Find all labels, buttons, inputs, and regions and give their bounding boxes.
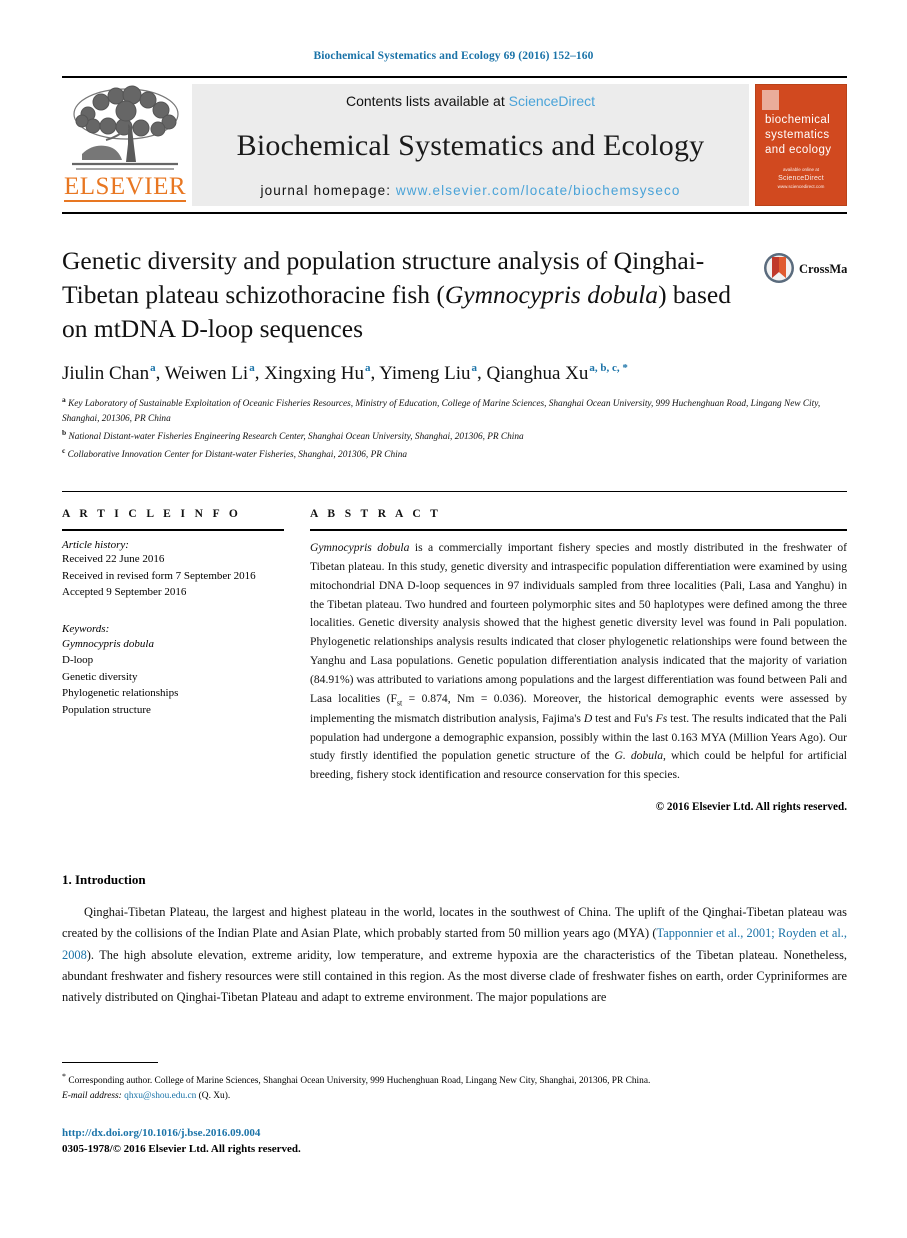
introduction-text-b: ). The high absolute elevation, extreme …	[62, 947, 847, 1005]
contents-prefix: Contents lists available at	[345, 93, 509, 109]
cover-footer-available: available online at	[782, 167, 820, 172]
affiliation-c-text: Collaborative Innovation Center for Dist…	[67, 450, 407, 461]
elsevier-tree-icon	[66, 84, 184, 176]
abstract-column: A B S T R A C T Gymnocypris dobula is a …	[310, 508, 847, 824]
author-5-name: Qianghua Xu	[486, 362, 589, 384]
keywords-block: Keywords: Gymnocypris dobula D-loop Gene…	[62, 623, 284, 719]
article-page: Biochemical Systematics and Ecology 69 (…	[0, 0, 907, 1238]
journal-info-box: Contents lists available at ScienceDirec…	[192, 84, 749, 206]
keyword-item: D-loop	[62, 654, 94, 667]
cover-footer: available online at ScienceDirect www.sc…	[756, 167, 846, 191]
article-history-revised: Received in revised form 7 September 201…	[62, 569, 256, 582]
author-4-name: Yimeng Liu	[379, 362, 471, 384]
cover-title: biochemical systematics and ecology	[765, 113, 840, 159]
affiliation-a: a Key Laboratory of Sustainable Exploita…	[62, 394, 847, 427]
elsevier-logo: ELSEVIER	[62, 82, 188, 208]
affiliation-b-marker: b	[62, 427, 67, 437]
author-1: Jiulin Chana	[62, 362, 156, 384]
footnote-email-label: E-mail address:	[62, 1091, 122, 1102]
homepage-prefix: journal homepage:	[260, 183, 396, 198]
author-4-affiliation-marker: a	[471, 362, 478, 375]
journal-masthead: ELSEVIER Contents lists available at Sci…	[62, 76, 847, 214]
author-1-affiliation-marker: a	[150, 362, 156, 375]
author-5: Qianghua Xua, b, c, *	[486, 362, 628, 384]
issn-copyright-line: 0305-1978/© 2016 Elsevier Ltd. All right…	[62, 1142, 301, 1155]
sciencedirect-link[interactable]: ScienceDirect	[509, 93, 595, 109]
abstract-copyright: © 2016 Elsevier Ltd. All rights reserved…	[655, 800, 847, 813]
article-history-label: Article history:	[62, 539, 129, 552]
abstract-text-c: test and Fu's	[592, 711, 656, 725]
author-2-affiliation-marker: a	[249, 362, 255, 375]
article-history-received: Received 22 June 2016	[62, 553, 165, 566]
abstract-rule	[310, 529, 847, 532]
abstract-heading: A B S T R A C T	[310, 508, 442, 521]
cover-footer-sciencedirect: ScienceDirect	[778, 174, 824, 182]
cover-footer-url: www.sciencedirect.com	[777, 184, 825, 190]
keywords-label: Keywords:	[62, 622, 110, 635]
author-list: Jiulin Chana, Weiwen Lia, Xingxing Hua, …	[62, 362, 628, 384]
footnote-text: * Corresponding author. College of Marin…	[62, 1071, 848, 1105]
author-2-name: Weiwen Li	[164, 362, 249, 384]
author-3-affiliation-marker: a	[364, 362, 371, 375]
journal-title: Biochemical Systematics and Ecology	[236, 129, 705, 162]
affiliation-a-text: Key Laboratory of Sustainable Exploitati…	[62, 398, 821, 424]
doi-footer: http://dx.doi.org/10.1016/j.bse.2016.09.…	[62, 1126, 301, 1158]
page-title: Genetic diversity and population structu…	[62, 244, 763, 346]
abstract-text-a: is a commercially important fishery spec…	[310, 541, 847, 705]
cover-title-line-1: biochemical	[765, 114, 831, 126]
article-info-column: A R T I C L E I N F O Article history: R…	[62, 508, 310, 718]
cover-title-line-3: and ecology	[765, 144, 832, 157]
corresponding-author-footnote: * Corresponding author. College of Marin…	[62, 1062, 848, 1105]
footnote-text-a: Corresponding author. College of Marine …	[66, 1076, 651, 1087]
journal-cover-thumbnail: biochemical systematics and ecology avai…	[755, 84, 847, 206]
cover-elsevier-mark-icon	[762, 90, 779, 110]
introduction-section: 1. Introduction Qinghai-Tibetan Plateau,…	[62, 872, 847, 1009]
doi-link[interactable]: http://dx.doi.org/10.1016/j.bse.2016.09.…	[62, 1126, 301, 1142]
title-species-name: Gymnocypris dobula	[444, 280, 659, 310]
journal-homepage-link[interactable]: www.elsevier.com/locate/biochemsyseco	[396, 183, 681, 198]
footnote-email-suffix: (Q. Xu).	[196, 1091, 231, 1102]
keyword-item: Gymnocypris dobula	[62, 636, 284, 653]
article-info-heading: A R T I C L E I N F O	[62, 508, 242, 521]
introduction-heading: 1. Introduction	[62, 872, 146, 888]
keyword-item: Genetic diversity	[62, 670, 138, 683]
contents-available-line: Contents lists available at ScienceDirec…	[346, 93, 595, 109]
author-1-name: Jiulin Chan	[62, 362, 150, 384]
abstract-g-dobula: G. dobula	[614, 749, 664, 763]
affiliation-c-marker: c	[62, 446, 66, 456]
abstract-species-lead: Gymnocypris dobula	[310, 541, 410, 555]
article-info-rule	[62, 529, 284, 532]
abstract-fu-fs: Fs	[655, 711, 668, 725]
author-3: Xingxing Hua	[264, 362, 371, 384]
article-history-accepted: Accepted 9 September 2016	[62, 586, 187, 599]
introduction-paragraph: Qinghai-Tibetan Plateau, the largest and…	[62, 902, 847, 1009]
abstract-text: Gymnocypris dobula is a commercially imp…	[310, 539, 847, 785]
elsevier-wordmark: ELSEVIER	[63, 173, 187, 202]
affiliation-c: c Collaborative Innovation Center for Di…	[62, 445, 847, 463]
title-row: Genetic diversity and population structu…	[62, 244, 847, 346]
author-3-name: Xingxing Hu	[264, 362, 364, 384]
affiliation-b-text: National Distant-water Fisheries Enginee…	[68, 432, 524, 443]
crossmark-badge[interactable]: CrossMark	[763, 244, 847, 288]
corresponding-author-email-link[interactable]: qhxu@shou.edu.cn	[124, 1091, 196, 1101]
affiliation-list: a Key Laboratory of Sustainable Exploita…	[62, 394, 847, 463]
affiliation-b: b National Distant-water Fisheries Engin…	[62, 427, 847, 445]
author-5-affiliation-marker: a, b, c, *	[589, 362, 628, 375]
cover-title-line-2: systematics	[765, 129, 830, 142]
info-abstract-section: A R T I C L E I N F O Article history: R…	[62, 491, 847, 824]
abstract-tajima-d: D	[583, 711, 593, 725]
keyword-item: Phylogenetic relationships	[62, 687, 179, 700]
affiliation-a-marker: a	[62, 394, 66, 404]
journal-homepage-line: journal homepage: www.elsevier.com/locat…	[261, 183, 681, 198]
author-4: Yimeng Liua	[379, 362, 478, 384]
svg-text:CrossMark: CrossMark	[799, 262, 847, 276]
footnote-rule	[62, 1062, 158, 1063]
keyword-item: Population structure	[62, 703, 151, 716]
running-head: Biochemical Systematics and Ecology 69 (…	[313, 50, 594, 62]
keyword-1-text: Gymnocypris dobula	[62, 637, 154, 650]
author-2: Weiwen Lia	[164, 362, 255, 384]
